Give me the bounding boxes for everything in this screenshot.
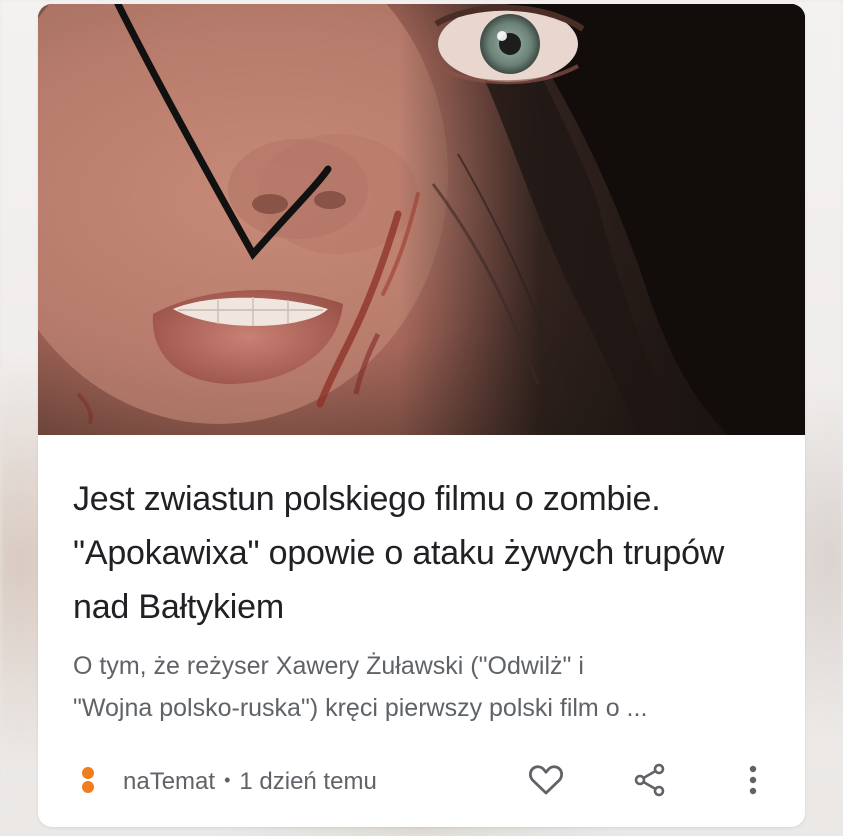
- natemat-logo-icon: [81, 767, 95, 793]
- like-button[interactable]: [525, 759, 567, 801]
- more-options-button[interactable]: [732, 759, 774, 801]
- source-name[interactable]: naTemat: [123, 768, 215, 795]
- share-icon: [634, 763, 665, 797]
- article-meta: naTemat • 1 dzień temu: [123, 764, 377, 798]
- article-image[interactable]: [38, 4, 805, 435]
- publish-time: 1 dzień temu: [239, 768, 377, 795]
- article-snippet[interactable]: O tym, że reżyser Xawery Żuławski ("Odwi…: [73, 645, 773, 729]
- article-title[interactable]: Jest zwiastun polskiego filmu o zombie. …: [73, 472, 773, 634]
- share-button[interactable]: [629, 759, 671, 801]
- meta-separator: •: [224, 770, 231, 790]
- more-vert-icon: [749, 765, 757, 795]
- card-footer: naTemat • 1 dzień temu: [38, 754, 805, 804]
- heart-icon: [528, 765, 564, 795]
- news-card[interactable]: Jest zwiastun polskiego filmu o zombie. …: [38, 4, 805, 827]
